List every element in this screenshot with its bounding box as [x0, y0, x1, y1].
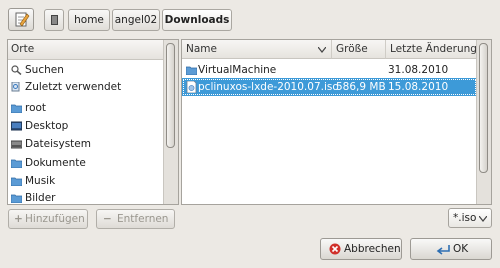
file-size: 586,9 MB — [336, 81, 386, 93]
folder-icon — [11, 177, 22, 186]
breadcrumb-angel02[interactable]: angel02 — [112, 9, 160, 31]
recent-icon — [11, 82, 20, 92]
remove-place-button[interactable]: − Entfernen — [96, 209, 175, 229]
edit-location-button[interactable] — [8, 8, 34, 31]
chevron-down-icon — [318, 47, 326, 53]
file-list: Name Größe Letzte Änderung VirtualMachin… — [181, 39, 492, 205]
places-scrollbar-thumb[interactable] — [166, 43, 175, 148]
folder-icon — [11, 194, 22, 203]
files-scrollbar-thumb[interactable] — [479, 43, 488, 173]
breadcrumb-root-button[interactable] — [44, 9, 64, 31]
folder-icon — [186, 66, 197, 75]
file-modified: 31.08.2010 — [388, 64, 449, 76]
add-place-button[interactable]: + Hinzufügen — [8, 209, 88, 229]
chevron-down-icon — [479, 216, 487, 222]
places-header[interactable]: Orte — [8, 40, 164, 60]
drive-icon — [51, 15, 58, 25]
files-scrollbar[interactable] — [476, 40, 491, 204]
file-type-filter[interactable]: *.iso — [448, 208, 492, 228]
file-modified: 15.08.2010 — [388, 81, 449, 93]
places-panel: Orte Suchen Zuletzt verwendet root Deskt… — [7, 39, 179, 205]
minus-icon: − — [103, 213, 112, 225]
file-row[interactable]: pclinuxos-lxde-2010.07.iso 586,9 MB 15.0… — [182, 78, 477, 96]
ok-button[interactable]: OK — [410, 238, 492, 260]
cancel-button[interactable]: Abbrechen — [320, 238, 402, 260]
file-name: pclinuxos-lxde-2010.07.iso — [198, 81, 339, 93]
desktop-icon — [11, 121, 22, 131]
column-header-modified[interactable]: Letzte Änderung — [386, 40, 479, 59]
breadcrumb-downloads[interactable]: Downloads — [162, 9, 232, 31]
search-icon — [11, 65, 22, 75]
column-header-size[interactable]: Größe — [332, 40, 386, 59]
folder-icon — [11, 159, 22, 168]
file-row[interactable]: VirtualMachine 31.08.2010 — [182, 61, 477, 79]
iso-file-icon — [186, 81, 197, 93]
drive-icon — [11, 140, 22, 149]
folder-icon — [11, 104, 22, 113]
file-name: VirtualMachine — [198, 64, 277, 76]
places-scrollbar[interactable] — [163, 40, 178, 204]
column-header-name[interactable]: Name — [182, 40, 332, 59]
breadcrumb-home[interactable]: home — [68, 9, 110, 31]
plus-icon: + — [14, 213, 23, 225]
ok-icon — [436, 245, 450, 255]
cancel-icon — [329, 243, 341, 255]
edit-pencil-icon — [15, 12, 30, 27]
